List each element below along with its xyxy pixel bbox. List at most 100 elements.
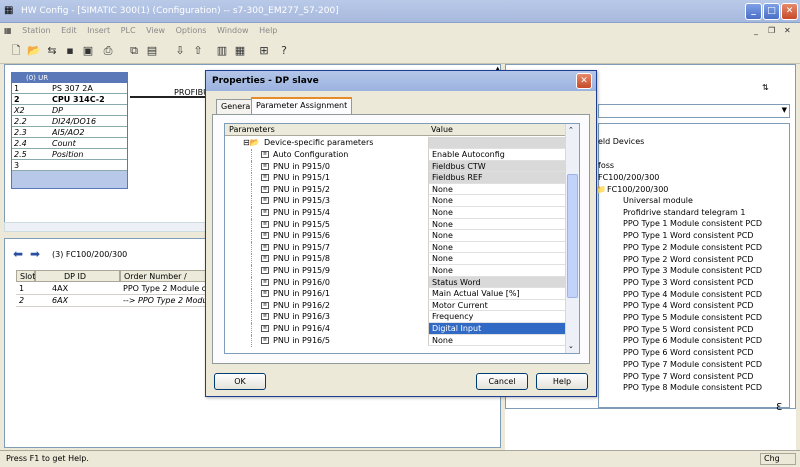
rack-row[interactable]: 2.4 Count [12,138,127,149]
param-value[interactable]: Frequency [428,311,565,323]
parameter-row[interactable]: ≡ Auto Configuration Enable Autoconfig [225,149,565,161]
menu-options[interactable]: Options [172,23,211,35]
parameter-row[interactable]: ≡ PNU in P915/5 None [225,218,565,231]
param-value[interactable]: Fieldbus REF [428,172,565,184]
menu-station[interactable]: Station [18,23,54,35]
scroll-thumb[interactable] [567,174,578,298]
catalog-item[interactable]: PPO Type 1 Module consistent PCD [623,219,762,228]
maximize-button[interactable]: □ [763,3,780,20]
catalog-item[interactable]: PPO Type 6 Module consistent PCD [623,336,762,345]
detail-row[interactable]: 2 6AX --> PPO Type 2 Module [16,295,207,307]
sort-icons[interactable]: ⇅ [762,83,769,92]
rack-row[interactable]: 2 CPU 314C-2 [12,94,127,105]
menu-edit[interactable]: Edit [57,23,81,35]
catalog-item[interactable]: PPO Type 8 Module consistent PCD [623,383,762,392]
param-value[interactable]: Motor Current [428,299,565,312]
parameter-row[interactable]: ≡ PNU in P915/4 None [225,207,565,219]
parameter-row[interactable]: ≡ PNU in P915/7 None [225,241,565,254]
param-value[interactable]: Main Actual Value [%] [428,288,565,300]
rack-row[interactable]: 3 [12,160,127,171]
catalog-item[interactable]: PPO Type 1 Word consistent PCD [623,231,753,240]
parameter-row[interactable]: ≡ PNU in P915/6 None [225,230,565,243]
overview-icon[interactable]: ▥ [214,43,230,59]
menu-window[interactable]: Window [213,23,253,35]
scroll-down-icon[interactable]: ⌄ [568,342,574,350]
tree-root-row[interactable]: ⊟📂 Device-specific parameters [225,137,565,149]
param-value[interactable]: None [428,241,565,254]
menu-help[interactable]: Help [255,23,281,35]
catalog-item[interactable]: PPO Type 4 Module consistent PCD [623,290,762,299]
cancel-button[interactable]: Cancel [476,373,528,390]
parameter-row[interactable]: ≡ PNU in P916/1 Main Actual Value [%] [225,288,565,301]
menu-plc[interactable]: PLC [117,23,140,35]
rack-icon[interactable]: ▦ [232,43,248,59]
grid-vscroll[interactable]: ⌃ ⌄ [565,124,579,353]
rack-row[interactable]: 2.2 DI24/DO16 [12,116,127,127]
catalog-item[interactable]: PPO Type 3 Word consistent PCD [623,278,753,287]
parameter-row[interactable]: ≡ PNU in P916/2 Motor Current [225,299,565,312]
info-toggle-icon[interactable]: Ɛ [776,402,782,413]
parameter-row[interactable]: ≡ PNU in P915/1 Fieldbus REF [225,172,565,185]
compile-icon[interactable]: ▣ [80,43,96,59]
parameter-row[interactable]: ≡ PNU in P916/0 Status Word [225,276,565,289]
parameter-row[interactable]: ≡ PNU in P916/3 Frequency [225,311,565,324]
catalog-item[interactable]: PPO Type 4 Word consistent PCD [623,301,753,310]
mdi-minimize-button[interactable]: _ [750,23,762,35]
detail-row[interactable]: 1 4AX PPO Type 2 Module cor [16,283,207,295]
download-icon[interactable]: ⇩ [172,43,188,59]
param-value[interactable]: None [428,218,565,231]
catalog-item[interactable]: PPO Type 6 Word consistent PCD [623,348,753,357]
param-value[interactable]: None [428,265,565,277]
upload-icon[interactable]: ⇧ [190,43,206,59]
parameter-row[interactable]: ≡ PNU in P915/0 Fieldbus CTW [225,160,565,173]
param-value[interactable]: None [428,253,565,265]
menu-insert[interactable]: Insert [83,23,114,35]
catalog-item[interactable]: PPO Type 5 Module consistent PCD [623,313,762,322]
scroll-up-icon[interactable]: ⌃ [568,126,574,134]
new-icon[interactable]: 🗋 [8,43,24,59]
tree-device[interactable]: FC100/200/300 [607,185,668,194]
parameter-row[interactable]: ≡ PNU in P915/9 None [225,265,565,277]
online-icon[interactable]: ⇆ [44,43,60,59]
catalog-item[interactable]: PPO Type 2 Module consistent PCD [623,243,762,252]
parameter-row[interactable]: ≡ PNU in P915/8 None [225,253,565,266]
catalog-item[interactable]: PPO Type 7 Module consistent PCD [623,360,762,369]
help-context-icon[interactable]: ? [276,43,292,59]
param-value[interactable]: None [428,230,565,242]
col-order[interactable]: Order Number / Design [120,270,206,292]
tab-parameter-assignment[interactable]: Parameter Assignment [251,97,353,115]
catalog-item[interactable]: Universal module [623,196,693,205]
print-icon[interactable]: ⎙ [100,43,116,59]
rack-row[interactable]: 2.5 Position [12,149,127,160]
paste-icon[interactable]: ▤ [144,43,160,59]
param-value[interactable]: Enable Autoconfig [428,149,565,161]
ok-button[interactable]: OK [214,373,266,390]
catalog-item[interactable]: PPO Type 7 Word consistent PCD [623,372,753,381]
col-slot[interactable]: Slot [16,270,35,282]
col-dp-id[interactable]: DP ID [35,270,120,282]
catalog-item[interactable]: Profidrive standard telegram 1 [623,208,745,217]
parameter-row[interactable]: ≡ PNU in P915/3 None [225,195,565,208]
param-value[interactable]: None [428,334,565,347]
catalog-item[interactable]: PPO Type 5 Word consistent PCD [623,325,753,334]
catalog-profile-select[interactable]: ▼ [598,104,790,118]
tree-family[interactable]: FC100/200/300 [598,173,659,182]
parameter-row[interactable]: ≡ PNU in P915/2 None [225,183,565,196]
param-value[interactable]: None [428,195,565,207]
catalog-item[interactable]: PPO Type 2 Word consistent PCD [623,255,753,264]
open-icon[interactable]: 📂 [26,43,42,59]
menu-view[interactable]: View [142,23,169,35]
forward-arrow-icon[interactable]: ➡ [30,247,40,261]
param-value[interactable]: Digital Input [428,323,565,335]
parameter-row[interactable]: ≡ PNU in P916/4 Digital Input [225,323,565,335]
back-arrow-icon[interactable]: ⬅ [13,247,23,261]
minimize-button[interactable]: _ [745,3,762,20]
catalog-item[interactable]: PPO Type 3 Module consistent PCD [623,266,762,275]
catalog-icon[interactable]: ⊞ [256,43,272,59]
save-icon[interactable]: ▪ [62,43,78,59]
rack-row[interactable]: X2 DP [12,105,127,116]
rack-row[interactable]: 2.3 AI5/AO2 [12,127,127,138]
mdi-restore-button[interactable]: ❐ [764,23,779,35]
param-value[interactable]: None [428,183,565,196]
tree-vendor[interactable]: foss [598,161,614,170]
